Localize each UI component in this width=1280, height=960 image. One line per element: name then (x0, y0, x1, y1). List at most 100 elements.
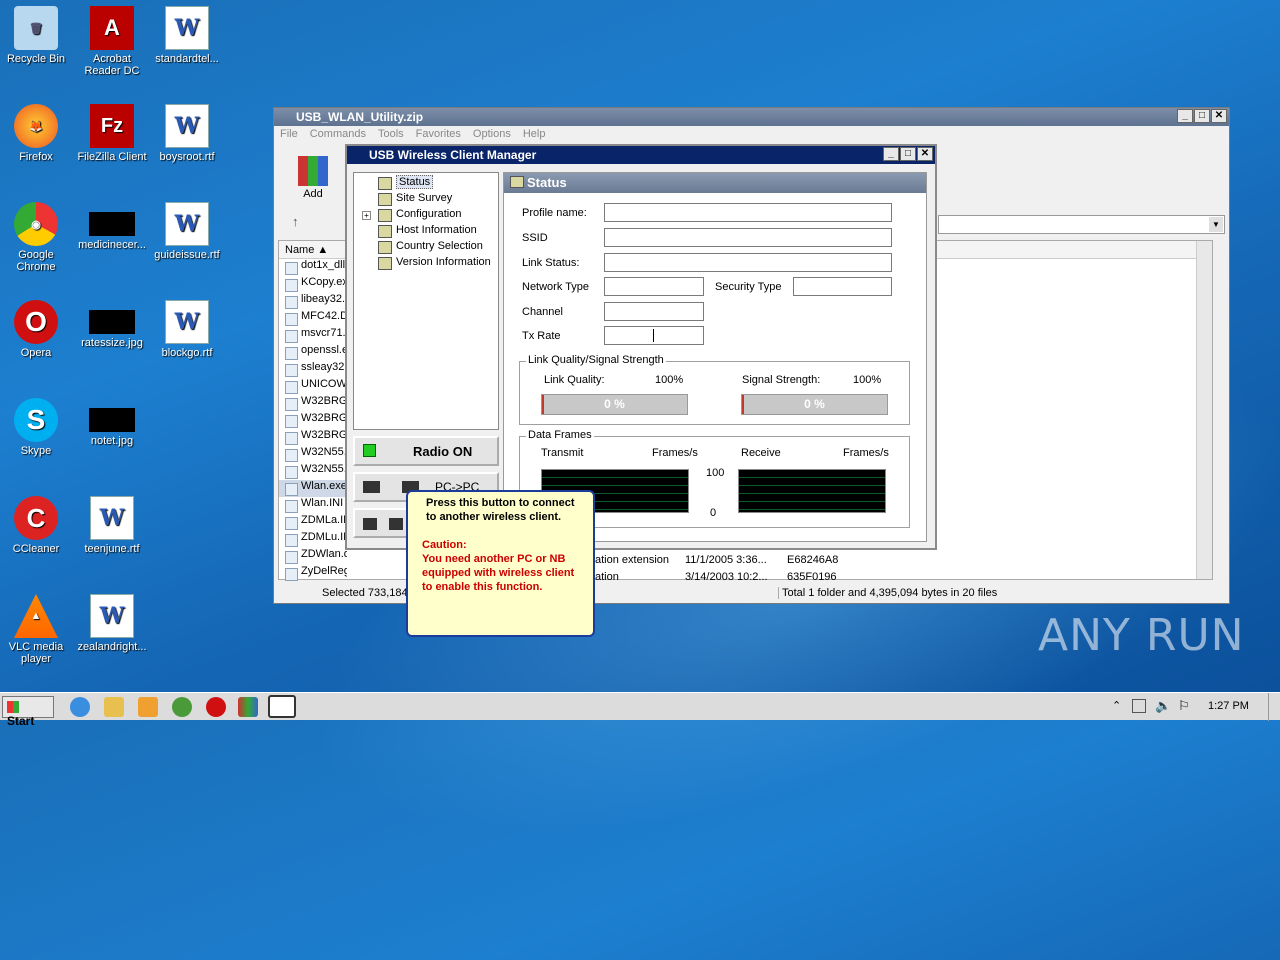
windows-icon (7, 701, 19, 713)
path-dropdown[interactable]: ▼ (938, 215, 1225, 234)
minimize-button[interactable]: _ (883, 147, 899, 161)
desktop-icon[interactable]: Wboysroot.rtf (149, 104, 225, 163)
radio-on-button[interactable]: Radio ON (353, 436, 499, 466)
desktop-icon[interactable]: A Acrobat Reader DC (74, 6, 150, 77)
manager-titlebar[interactable]: USB Wireless Client Manager _ □ ✕ (347, 146, 935, 164)
app-icon: A (90, 6, 134, 50)
desktop-icon[interactable]: Wstandardtel... (149, 6, 225, 65)
tray-volume-icon[interactable]: 🔈 (1155, 698, 1171, 714)
file-row[interactable]: MFC42.D (279, 310, 347, 327)
image-thumbnail-icon (89, 310, 135, 334)
desktop-icon[interactable]: 🗑 Recycle Bin (0, 6, 74, 65)
ap-mode-button[interactable] (353, 508, 413, 538)
tree-item-version-information[interactable]: Version Information (354, 256, 498, 272)
file-row[interactable]: UNICOW (279, 378, 347, 395)
file-row[interactable]: ZyDelReg.exe (279, 565, 347, 582)
desktop-icon[interactable]: Fz FileZilla Client (74, 104, 150, 163)
winrar-menubar: File Commands Tools Favorites Options He… (274, 126, 1229, 144)
winrar-titlebar[interactable]: USB_WLAN_Utility.zip _ □ ✕ (274, 108, 1229, 126)
desktop-icon[interactable]: medicinecer... (74, 202, 150, 251)
tree-item-site-survey[interactable]: Site Survey (354, 192, 498, 208)
tx-rate-field (604, 326, 704, 345)
file-row[interactable]: openssl.e (279, 344, 347, 361)
file-row[interactable]: KCopy.ex (279, 276, 347, 293)
chrome-icon[interactable] (172, 697, 192, 717)
file-row[interactable]: Wlan.INI (279, 497, 347, 514)
desktop-icon[interactable]: O Opera (0, 300, 74, 359)
desktop-icon[interactable]: ▲ VLC media player (0, 594, 74, 665)
desktop-icon[interactable]: C CCleaner (0, 496, 74, 555)
file-row[interactable]: libeay32. (279, 293, 347, 310)
file-row[interactable]: msvcr71. (279, 327, 347, 344)
add-button[interactable]: Add (292, 156, 334, 200)
file-row[interactable]: W32BRG (279, 412, 347, 429)
tree-item-country-selection[interactable]: Country Selection (354, 240, 498, 256)
media-player-icon[interactable] (138, 697, 158, 717)
minimize-button[interactable]: _ (1177, 109, 1193, 123)
winrar-task-icon[interactable] (238, 697, 258, 717)
desktop-icon[interactable]: Wteenjune.rtf (74, 496, 150, 555)
file-row[interactable]: W32BRG (279, 395, 347, 412)
file-row[interactable]: W32BRG (279, 429, 347, 446)
tooltip-caution-title: Caution: (422, 539, 467, 551)
file-row[interactable]: ZDWlan.dll (279, 548, 347, 565)
menu-favorites[interactable]: Favorites (416, 128, 461, 142)
menu-commands[interactable]: Commands (310, 128, 366, 142)
tree-item-status[interactable]: Status (354, 175, 498, 192)
file-row[interactable]: Wlan.exe (279, 480, 347, 497)
radio-label: Radio ON (413, 444, 473, 459)
link-status-label: Link Status: (522, 257, 580, 269)
tray-chevron-icon[interactable]: ⌃ (1112, 699, 1121, 712)
desktop-icon[interactable]: Wblockgo.rtf (149, 300, 225, 359)
maximize-button[interactable]: □ (900, 147, 916, 161)
maximize-button[interactable]: □ (1194, 109, 1210, 123)
opera-icon[interactable] (206, 697, 226, 717)
file-row[interactable]: W32N55. (279, 446, 347, 463)
survey-icon (378, 193, 392, 206)
desktop-icon-label: Google Chrome (16, 249, 56, 273)
tray-flag-icon[interactable]: ⚐ (1178, 698, 1190, 714)
desktop-icon-label: VLC media player (8, 641, 64, 665)
tree-item-host-information[interactable]: Host Information (354, 224, 498, 240)
panel-title: Status (527, 175, 567, 190)
desktop-icon-label: FileZilla Client (77, 151, 147, 163)
file-row[interactable]: ZDMLa.IN (279, 514, 347, 531)
ie-icon[interactable] (70, 697, 90, 717)
desktop-icon-label: teenjune.rtf (84, 543, 140, 555)
document-icon: W (165, 104, 209, 148)
desktop-icon[interactable]: Wzealandright... (74, 594, 150, 653)
tray-network-icon[interactable] (1132, 699, 1146, 713)
tx-rate-label: Tx Rate (522, 330, 561, 342)
desktop-icon-label: Opera (20, 347, 52, 359)
menu-options[interactable]: Options (473, 128, 511, 142)
show-desktop-button[interactable] (1268, 693, 1280, 721)
file-row[interactable]: dot1x_dll (279, 259, 347, 276)
vertical-scrollbar[interactable] (1196, 241, 1212, 579)
menu-help[interactable]: Help (523, 128, 546, 142)
tree-item-configuration[interactable]: + Configuration (354, 208, 498, 224)
file-row[interactable]: ssleay32 (279, 361, 347, 378)
close-button[interactable]: ✕ (1211, 109, 1227, 123)
start-button[interactable]: Start (2, 696, 54, 728)
start-label: Start (7, 714, 35, 728)
wireless-manager-task-icon[interactable] (268, 695, 296, 718)
up-arrow-icon[interactable]: ↑ (292, 214, 299, 229)
desktop-icon[interactable]: S Skype (0, 398, 74, 457)
app-icon: ◉ (14, 202, 58, 246)
desktop-icon-label: boysroot.rtf (159, 151, 215, 163)
file-row[interactable]: ZDMLu.IN (279, 531, 347, 548)
clock[interactable]: 1:27 PM (1208, 700, 1249, 712)
nav-tree[interactable]: Status Site Survey + Configuration Host I… (353, 172, 499, 430)
desktop-icon[interactable]: ratessize.jpg (74, 300, 150, 349)
desktop-icon[interactable]: notet.jpg (74, 398, 150, 447)
expand-icon[interactable]: + (362, 211, 371, 220)
close-button[interactable]: ✕ (917, 147, 933, 161)
file-row[interactable]: W32N55. (279, 463, 347, 480)
signal-strength-bar: 0 % (741, 394, 888, 415)
desktop-icon[interactable]: ◉ Google Chrome (0, 202, 74, 273)
menu-file[interactable]: File (280, 128, 298, 142)
desktop-icon[interactable]: Wguideissue.rtf (149, 202, 225, 261)
explorer-icon[interactable] (104, 697, 124, 717)
menu-tools[interactable]: Tools (378, 128, 404, 142)
desktop-icon[interactable]: 🦊 Firefox (0, 104, 74, 163)
